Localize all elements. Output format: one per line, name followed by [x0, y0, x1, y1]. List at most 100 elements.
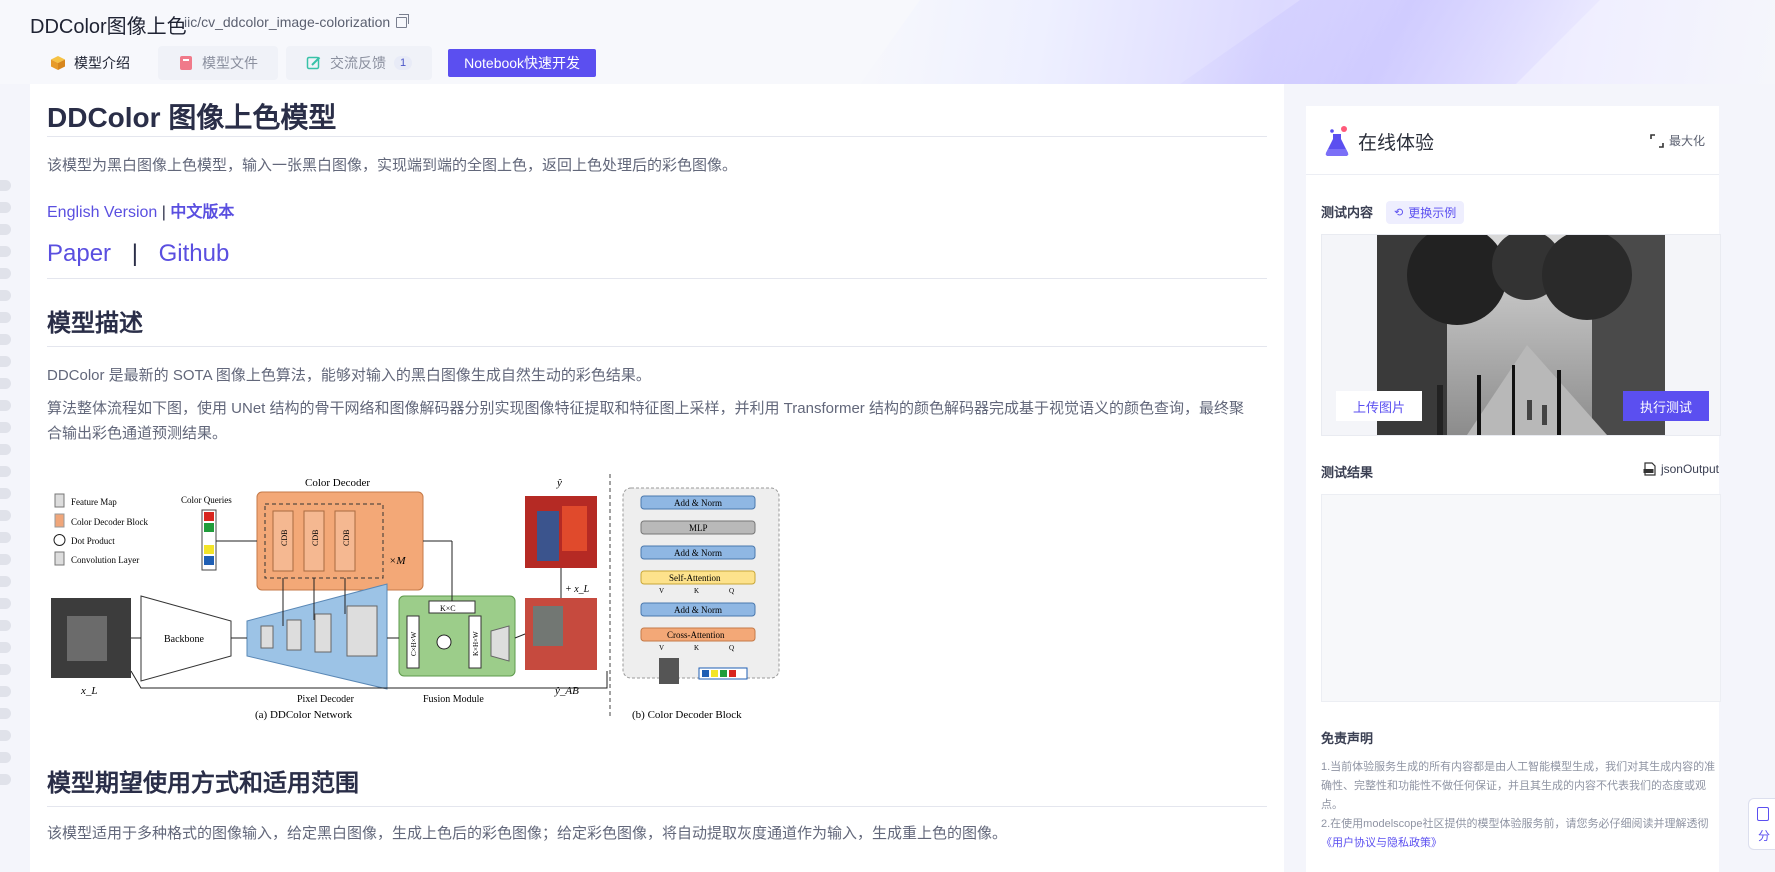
rail-tab	[0, 686, 11, 697]
cdb-legend-icon	[54, 513, 65, 528]
online-demo-panel: 在线体验 最大化 测试内容 ⟲ 更换示例 上传图片 执行测试 测试结果 json…	[1306, 106, 1721, 872]
article-body: DDColor 图像上色模型 该模型为黑白图像上色模型，输入一张黑白图像，实现端…	[47, 84, 1267, 846]
figure-legend: Feature Map Color Decoder Block Dot Prod…	[53, 493, 148, 566]
copy-icon[interactable]	[396, 13, 410, 28]
edit-icon	[306, 56, 321, 70]
rect	[537, 511, 559, 561]
tab-bar: 模型介绍 模型文件 交流反馈 1 Notebook快速开发	[30, 46, 597, 80]
cross-attention-label: Cross-Attention	[667, 630, 725, 640]
rail-tab	[0, 246, 11, 257]
circle	[436, 634, 452, 650]
box-icon	[51, 56, 65, 70]
maximize-icon	[1650, 133, 1664, 148]
rail-tab	[0, 488, 11, 499]
legend-color-decoder-block: Color Decoder Block	[71, 517, 148, 527]
usage-paragraph: 该模型适用于多种格式的图像输入，给定黑白图像，生成上色后的彩色图像；给定彩色图像…	[47, 825, 1008, 842]
rail-tab	[0, 378, 11, 389]
legend-feature-map: Feature Map	[71, 497, 117, 507]
rail-tab	[0, 532, 11, 543]
text: Q	[729, 644, 734, 652]
rail-tab	[0, 334, 11, 345]
legend-convolution-layer: Convolution Layer	[71, 555, 139, 565]
article-title: DDColor 图像上色模型	[47, 102, 337, 133]
rail-tab	[0, 466, 11, 477]
rail-tab	[0, 180, 11, 191]
maximize-label: 最大化	[1668, 134, 1705, 148]
x-l-label: x_L	[80, 685, 98, 697]
divider	[47, 346, 1267, 347]
disclaimer-line-2-text: 2.在使用modelscope社区提供的模型体验服务前，请您务必仔细阅读并理解透…	[1321, 818, 1709, 830]
maximize-button[interactable]: 最大化	[1649, 132, 1705, 149]
rail-tab	[0, 510, 11, 521]
tab-feedback[interactable]: 交流反馈 1	[286, 46, 433, 80]
conv-layer-legend-icon	[54, 551, 65, 566]
y-ab-label: ŷ_AB	[554, 685, 579, 697]
header: DDColor图像上色 iic/cv_ddcolor_image-coloriz…	[0, 0, 1775, 84]
rail-tab	[0, 576, 11, 587]
text: CDB	[280, 530, 289, 546]
book-icon	[180, 56, 192, 70]
text: Q	[729, 587, 734, 595]
tab-label: 模型文件	[202, 55, 258, 71]
upload-image-button[interactable]: 上传图片	[1336, 391, 1422, 421]
kxhxw-label: K×H×W	[472, 631, 480, 656]
share-icon	[1757, 807, 1769, 821]
y-hat-label: ŷ	[556, 477, 562, 489]
chinese-version-link[interactable]: 中文版本	[170, 204, 234, 221]
color-decoder-label: Color Decoder	[305, 477, 370, 489]
rail-tab	[0, 730, 11, 741]
run-test-button[interactable]: 执行测试	[1623, 391, 1709, 421]
add-norm-label-1: Add & Norm	[674, 498, 722, 508]
json-file-icon	[1643, 462, 1656, 476]
disclaimer-line-2: 2.在使用modelscope社区提供的模型体验服务前，请您务必仔细阅读并理解透…	[1321, 815, 1719, 853]
text: K	[694, 587, 699, 595]
test-result-label: 测试结果	[1321, 465, 1374, 480]
self-attention-label: Self-Attention	[669, 573, 721, 583]
repeat-m-label: ×M	[389, 555, 406, 567]
feature-map-legend-icon	[54, 493, 65, 508]
test-content-label: 测试内容	[1321, 205, 1374, 220]
share-widget[interactable]: 分	[1748, 798, 1775, 850]
usage-heading: 模型期望使用方式和适用范围	[47, 770, 359, 797]
rect	[562, 506, 587, 551]
rail-tab	[0, 224, 11, 235]
rail-tab	[0, 356, 11, 367]
link-separator: |	[131, 240, 138, 267]
test-result-area	[1321, 494, 1721, 702]
text: CDB	[342, 530, 351, 546]
intro-text: 该模型为黑白图像上色模型，输入一张黑白图像，实现端到端的全图上色，返回上色处理后…	[47, 157, 738, 174]
notebook-button[interactable]: Notebook快速开发	[448, 49, 597, 77]
swap-example-button[interactable]: ⟲ 更换示例	[1386, 201, 1465, 224]
model-description-heading: 模型描述	[47, 310, 143, 337]
feature-stack-icon	[659, 658, 679, 684]
text: V	[659, 587, 664, 595]
paper-github-links: Paper | Github	[47, 240, 1267, 274]
description-paragraph-1: DDColor 是最新的 SOTA 图像上色算法，能够对输入的黑白图像生成自然生…	[47, 367, 651, 384]
rail-tab	[0, 774, 11, 785]
json-output-toggle[interactable]: jsonOutput	[1643, 462, 1719, 476]
user-agreement-link[interactable]: 《用户协议与隐私政策》	[1321, 837, 1442, 849]
repo-path: iic/cv_ddcolor_image-colorization	[184, 13, 410, 30]
tab-model-intro[interactable]: 模型介绍	[30, 46, 150, 80]
mlp-label: MLP	[689, 523, 708, 533]
rail-tab	[0, 400, 11, 411]
text: V	[659, 644, 664, 652]
caption-a: (a) DDColor Network	[255, 709, 353, 721]
tab-label: 模型介绍	[74, 55, 130, 71]
plus-xl-label: + x_L	[565, 584, 590, 595]
english-version-link[interactable]: English Version	[47, 204, 157, 221]
tab-model-files[interactable]: 模型文件	[158, 46, 278, 80]
rail-tab	[0, 444, 11, 455]
article-panel: DDColor 图像上色模型 该模型为黑白图像上色模型，输入一张黑白图像，实现端…	[30, 84, 1284, 872]
refresh-icon: ⟲	[1394, 207, 1404, 219]
paper-link[interactable]: Paper	[47, 240, 111, 267]
language-separator: |	[161, 204, 166, 221]
divider	[47, 278, 1267, 279]
disclaimer-line-1: 1.当前体验服务生成的所有内容都是由人工智能模型生成，我们对其生成内容的准确性、…	[1321, 761, 1716, 811]
github-link[interactable]: Github	[159, 240, 230, 267]
fusion-module-label: Fusion Module	[423, 694, 484, 705]
rail-tab	[0, 598, 11, 609]
rail-tab	[0, 422, 11, 433]
share-label: 分	[1758, 829, 1771, 843]
query-strip	[698, 667, 748, 680]
